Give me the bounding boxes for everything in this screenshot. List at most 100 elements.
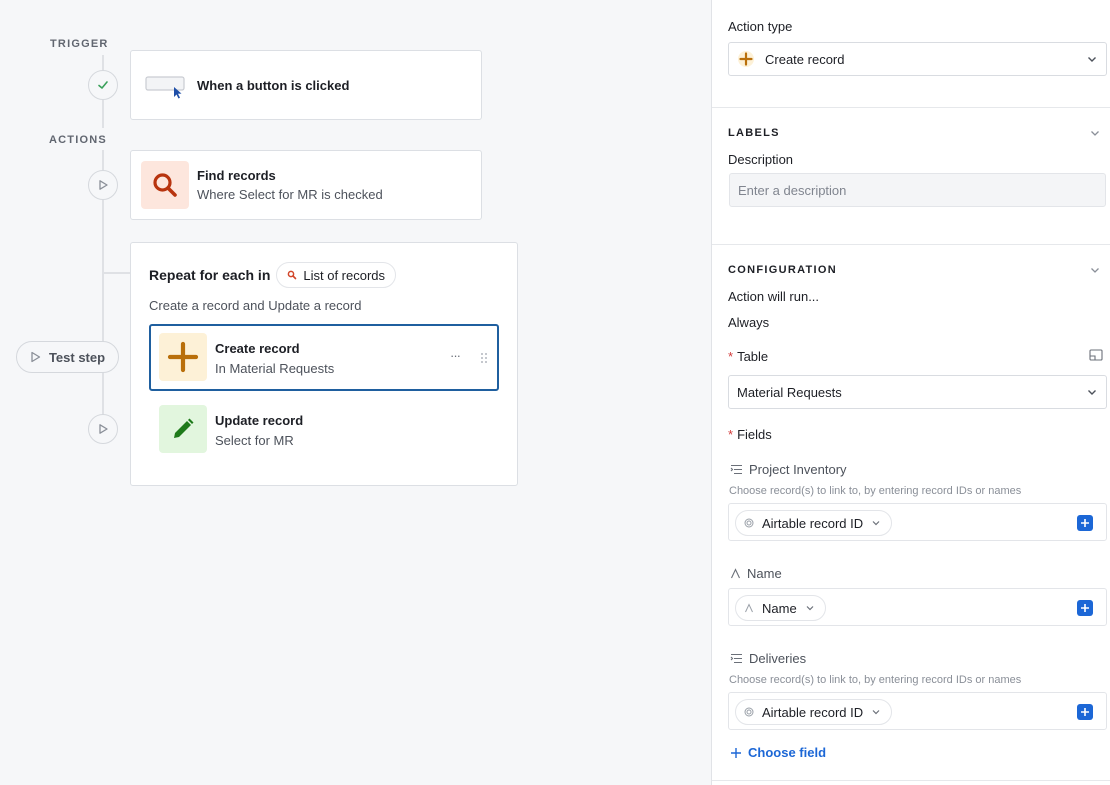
field-name: Project Inventory	[749, 462, 847, 477]
chevron-down-icon[interactable]	[1089, 264, 1101, 276]
play-icon	[99, 424, 108, 434]
play-icon	[99, 180, 108, 190]
linked-record-icon	[730, 653, 742, 664]
field-name-input[interactable]: Name	[728, 588, 1107, 626]
action-type-value: Create record	[765, 51, 845, 67]
description-label: Description	[728, 152, 794, 167]
play-icon	[31, 351, 41, 363]
expand-icon[interactable]	[1089, 349, 1103, 361]
action-runs-value: Always	[728, 315, 770, 330]
labels-header[interactable]: LABELS	[728, 127, 780, 139]
check-icon	[98, 81, 108, 89]
search-icon	[288, 270, 297, 280]
connector-line	[102, 100, 104, 128]
required-marker: *	[728, 427, 734, 442]
field-name: Name	[747, 566, 782, 581]
field-name-title: Name	[730, 566, 782, 581]
update-icon-box	[159, 405, 207, 453]
text-field-icon	[745, 603, 753, 613]
table-select[interactable]: Material Requests	[728, 375, 1107, 409]
search-icon	[153, 173, 177, 197]
create-record-subtitle: In Material Requests	[215, 361, 335, 376]
actions-section-label: ACTIONS	[49, 134, 107, 146]
more-options-icon[interactable]: ···	[450, 348, 461, 363]
table-label: Table	[737, 349, 769, 364]
fields-label-row: * Fields	[728, 427, 772, 442]
choose-field-button[interactable]: Choose field	[730, 745, 826, 760]
action-type-select[interactable]: Create record	[728, 42, 1107, 76]
automation-canvas: TRIGGER ACTIONS When a button is clicked…	[0, 0, 711, 785]
update-record-subtitle: Select for MR	[215, 433, 294, 448]
field-token-chip[interactable]: Airtable record ID	[735, 699, 893, 725]
create-icon-box	[159, 333, 207, 381]
fingerprint-icon	[744, 707, 754, 717]
update-record-title: Update record	[215, 413, 304, 428]
test-step-button[interactable]: Test step	[16, 341, 119, 373]
connector-line	[102, 150, 104, 170]
find-records-card[interactable]: Find records Where Select for MR is chec…	[130, 150, 482, 220]
plus-icon	[1081, 708, 1089, 716]
find-step-node[interactable]	[88, 170, 118, 200]
repeat-title: Repeat for each in	[149, 267, 271, 283]
description-input[interactable]	[729, 173, 1106, 207]
choose-field-label: Choose field	[748, 745, 827, 760]
field-deliveries-title: Deliveries	[730, 651, 806, 666]
list-of-records-pill[interactable]: List of records	[276, 262, 397, 288]
plus-icon	[738, 51, 754, 67]
test-step-label: Test step	[48, 349, 106, 365]
field-token-chip[interactable]: Name	[735, 595, 826, 621]
field-hint: Choose record(s) to link to, by entering…	[729, 674, 1022, 686]
create-record-card[interactable]: Create record In Material Requests ···	[149, 324, 499, 391]
field-token-chip[interactable]: Airtable record ID	[735, 510, 893, 536]
field-deliveries-input[interactable]: Airtable record ID	[728, 692, 1107, 730]
fields-label: Fields	[737, 427, 772, 442]
configuration-section: CONFIGURATION Action will run... Always …	[712, 245, 1110, 781]
table-select-value: Material Requests	[737, 384, 842, 400]
text-field-icon	[731, 568, 740, 579]
add-token-button[interactable]	[1077, 704, 1093, 720]
field-token-label: Name	[762, 600, 797, 616]
chevron-down-icon[interactable]	[1089, 127, 1101, 139]
field-token-label: Airtable record ID	[762, 704, 864, 720]
repeat-group-card[interactable]: Repeat for each in List of records Creat…	[130, 242, 518, 486]
add-token-button[interactable]	[1077, 600, 1093, 616]
chevron-down-icon	[806, 606, 814, 611]
chevron-down-icon	[1088, 390, 1096, 395]
find-icon-box	[141, 161, 189, 209]
connector-line	[102, 55, 104, 71]
plus-icon	[1081, 604, 1089, 612]
trigger-status-node	[88, 70, 118, 100]
add-token-button[interactable]	[1077, 515, 1093, 531]
plus-icon	[1081, 519, 1089, 527]
table-label-row: * Table	[728, 349, 768, 364]
configuration-header[interactable]: CONFIGURATION	[728, 264, 837, 276]
fingerprint-icon	[744, 518, 754, 528]
find-records-subtitle: Where Select for MR is checked	[197, 187, 383, 202]
connector-line	[102, 200, 104, 415]
pencil-icon	[174, 418, 194, 438]
find-records-title: Find records	[197, 168, 276, 183]
field-hint: Choose record(s) to link to, by entering…	[729, 485, 1022, 497]
config-panel: Action type Create record LABELS Descrip…	[711, 0, 1110, 785]
list-of-records-label: List of records	[303, 267, 386, 283]
drag-handle-icon[interactable]	[480, 352, 488, 364]
linked-record-icon	[730, 464, 742, 475]
trigger-title: When a button is clicked	[197, 78, 350, 93]
action-runs-label: Action will run...	[728, 289, 820, 304]
field-name: Deliveries	[749, 651, 807, 666]
update-step-node[interactable]	[88, 414, 118, 444]
chevron-down-icon	[872, 521, 880, 526]
plus-icon	[731, 747, 741, 758]
repeat-subtitle: Create a record and Update a record	[149, 298, 362, 313]
connector-line	[102, 272, 131, 274]
field-project-inventory-input[interactable]: Airtable record ID	[728, 503, 1107, 541]
required-marker: *	[728, 349, 734, 364]
create-record-title: Create record	[215, 341, 300, 356]
plus-icon	[167, 341, 199, 373]
chevron-down-icon	[1088, 57, 1096, 62]
trigger-card[interactable]: When a button is clicked	[130, 50, 482, 120]
chevron-down-icon	[872, 710, 880, 715]
update-record-card[interactable]: Update record Select for MR	[149, 398, 499, 465]
labels-section: LABELS Description	[712, 108, 1110, 245]
field-project-inventory-title: Project Inventory	[730, 462, 847, 477]
